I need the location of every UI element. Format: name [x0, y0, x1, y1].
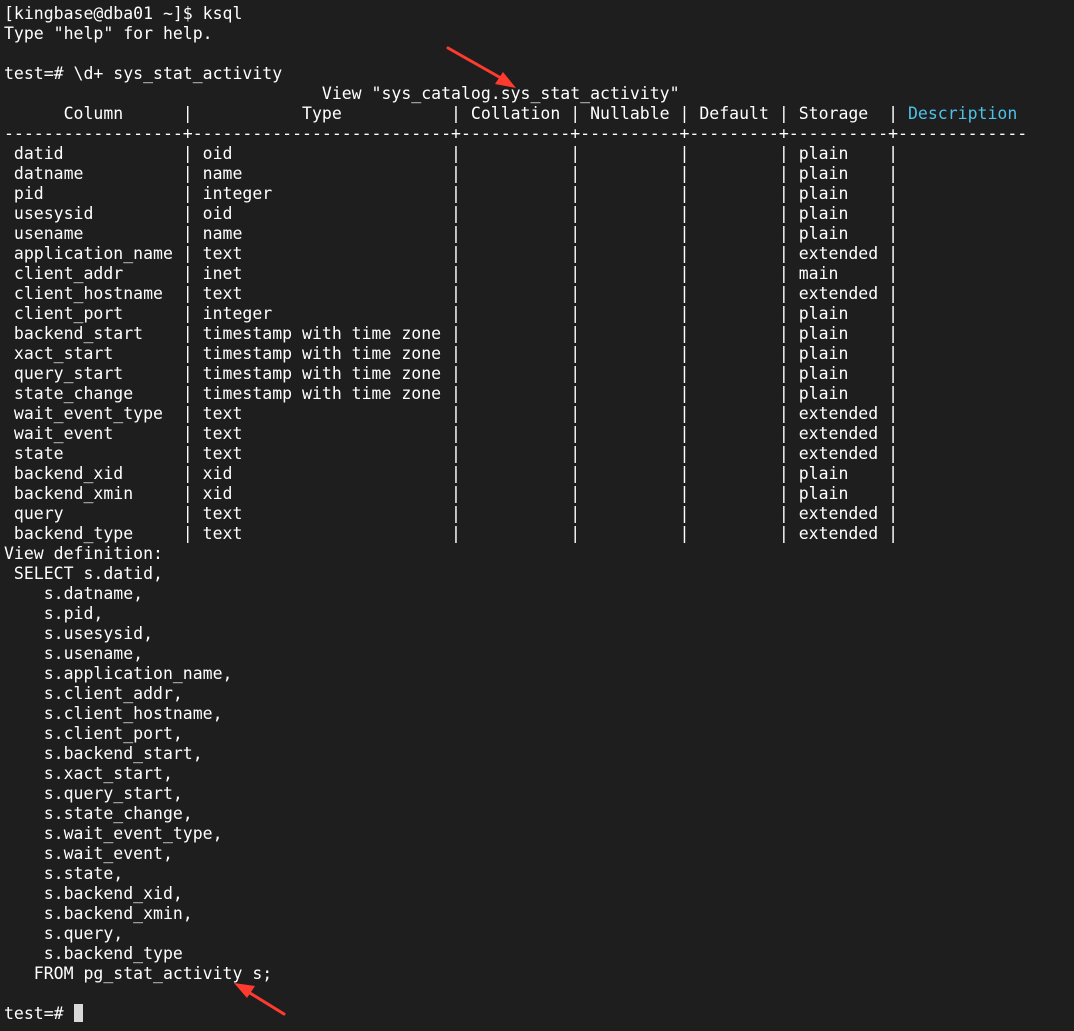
terminal-line: usesysid | oid | | | | plain | — [4, 204, 899, 223]
terminal-line: ------------------+---------------------… — [4, 124, 1028, 143]
terminal-line: state_change | timestamp with time zone … — [4, 384, 899, 403]
terminal-line: client_addr | inet | | | | main | — [4, 264, 899, 283]
terminal-line: s.usesysid, — [4, 624, 154, 643]
terminal-line: query | text | | | | extended | — [4, 504, 899, 523]
terminal-line: s.backend_xid, — [4, 884, 183, 903]
terminal-line: View "sys_catalog.sys_stat_activity" — [4, 84, 680, 103]
terminal-line: backend_xid | xid | | | | plain | — [4, 464, 899, 483]
red-annotation-arrow-icon — [446, 46, 516, 88]
terminal-line: application_name | text | | | | extended… — [4, 244, 899, 263]
terminal-line: s.xact_start, — [4, 764, 173, 783]
terminal-line: s.usename, — [4, 644, 144, 663]
terminal-line: wait_event_type | text | | | | extended … — [4, 404, 899, 423]
terminal-line: View definition: — [4, 544, 163, 563]
terminal-line: pid | integer | | | | plain | — [4, 184, 899, 203]
terminal-line: s.client_addr, — [4, 684, 183, 703]
terminal-line: usename | name | | | | plain | — [4, 224, 899, 243]
terminal-line: s.backend_xmin, — [4, 904, 193, 923]
terminal-line: s.wait_event, — [4, 844, 173, 863]
terminal-line: Type "help" for help. — [4, 24, 213, 43]
terminal-line: test=# — [4, 1004, 74, 1023]
terminal-line: xact_start | timestamp with time zone | … — [4, 344, 899, 363]
terminal-line: backend_type | text | | | | extended | — [4, 524, 899, 543]
terminal-line: state | text | | | | extended | — [4, 444, 899, 463]
terminal-line: SELECT s.datid, — [4, 564, 163, 583]
terminal-line: datid | oid | | | | plain | — [4, 144, 899, 163]
terminal-line: s.datname, — [4, 584, 144, 603]
terminal-line: FROM pg_stat_activity s; — [4, 964, 273, 983]
terminal-line: s.wait_event_type, — [4, 824, 223, 843]
terminal-line: s.query, — [4, 924, 124, 943]
terminal-line: datname | name | | | | plain | — [4, 164, 899, 183]
terminal-line: client_hostname | text | | | | extended … — [4, 284, 899, 303]
terminal-line: s.backend_type — [4, 944, 183, 963]
terminal-line: test=# \d+ sys_stat_activity — [4, 64, 283, 83]
description-column-header: Description — [907, 104, 1018, 123]
terminal-line: Column | Type | Collation | Nullable | D… — [4, 104, 1018, 123]
terminal-line: wait_event | text | | | | extended | — [4, 424, 899, 443]
terminal-line: s.query_start, — [4, 784, 183, 803]
terminal-line: backend_xmin | xid | | | | plain | — [4, 484, 899, 503]
terminal-line: s.pid, — [4, 604, 104, 623]
terminal-line: s.client_port, — [4, 724, 183, 743]
terminal-line: backend_start | timestamp with time zone… — [4, 324, 899, 343]
terminal-line: [kingbase@dba01 ~]$ ksql — [4, 4, 243, 23]
terminal-line: s.backend_start, — [4, 744, 203, 763]
terminal-line: s.client_hostname, — [4, 704, 223, 723]
terminal-line: s.state, — [4, 864, 124, 883]
red-annotation-arrow-icon — [234, 983, 286, 1016]
terminal-line: s.state_change, — [4, 804, 193, 823]
terminal-line: s.application_name, — [4, 664, 233, 683]
terminal-window[interactable]: [kingbase@dba01 ~]$ ksql Type "help" for … — [0, 0, 1074, 1031]
terminal-line: client_port | integer | | | | plain | — [4, 304, 899, 323]
terminal-line: query_start | timestamp with time zone |… — [4, 364, 899, 383]
terminal-cursor-icon — [74, 1004, 83, 1022]
